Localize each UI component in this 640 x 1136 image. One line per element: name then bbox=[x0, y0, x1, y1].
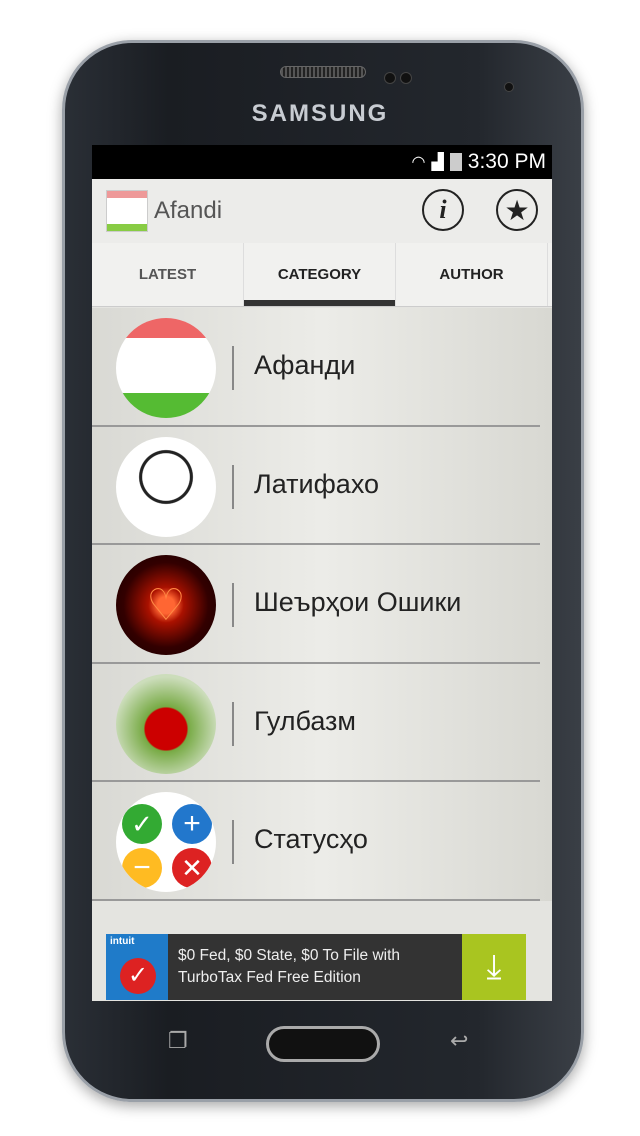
ad-logo: intuit ✓ bbox=[106, 934, 168, 1000]
check-icon: ✓ bbox=[120, 958, 156, 994]
battery-icon bbox=[449, 153, 462, 171]
favorites-button[interactable]: ★ bbox=[496, 189, 538, 231]
status-icons-avatar: ✓ + − ✕ bbox=[116, 792, 216, 892]
sensor bbox=[384, 72, 396, 84]
tab-latest[interactable]: LATEST bbox=[92, 243, 244, 306]
speaker-grille bbox=[280, 66, 366, 78]
rose-avatar bbox=[116, 673, 216, 774]
divider bbox=[232, 464, 234, 509]
divider bbox=[232, 583, 234, 627]
ad-banner[interactable]: intuit ✓ $0 Fed, $0 State, $0 To File wi… bbox=[106, 934, 526, 1000]
signal-icon: ▟ bbox=[431, 154, 444, 171]
app-title: Afandi bbox=[154, 197, 223, 224]
divider bbox=[232, 820, 234, 864]
tab-category[interactable]: CATEGORY bbox=[244, 243, 396, 306]
ad-brand: intuit bbox=[110, 936, 135, 947]
tab-author[interactable]: AUTHOR bbox=[396, 243, 548, 306]
info-button[interactable]: i bbox=[422, 189, 464, 231]
category-list: Афанди Латифахо ♡ Шеърҳои Ошики Гулбазм … bbox=[92, 308, 552, 901]
ad-line2: TurboTax Fed Free Edition bbox=[178, 969, 361, 986]
star-icon: ★ bbox=[504, 193, 530, 227]
download-icon: ⤓ bbox=[486, 947, 502, 986]
front-camera bbox=[504, 82, 514, 92]
info-icon: i bbox=[439, 195, 447, 224]
afandi-avatar bbox=[116, 318, 216, 418]
list-item[interactable]: Афанди bbox=[92, 308, 540, 427]
status-bar: ◠ ▟ 3:30 PM bbox=[92, 145, 552, 179]
list-item[interactable]: Латифахо bbox=[92, 427, 540, 545]
list-item[interactable]: ✓ + − ✕ Статусҳо bbox=[92, 782, 540, 901]
home-button[interactable] bbox=[266, 1026, 380, 1062]
category-label: Гулбазм bbox=[254, 705, 356, 736]
device-brand: SAMSUNG bbox=[251, 100, 389, 127]
ad-line1: $0 Fed, $0 State, $0 To File with bbox=[178, 947, 401, 964]
category-label: Афанди bbox=[254, 350, 356, 380]
tab-bar: LATEST CATEGORY AUTHOR bbox=[92, 243, 552, 307]
wifi-icon: ◠ bbox=[411, 154, 426, 171]
app-logo bbox=[106, 190, 148, 232]
app-bar: Afandi i ★ bbox=[92, 179, 552, 243]
list-item[interactable]: ♡ Шеърҳои Ошики bbox=[92, 545, 540, 664]
list-item[interactable]: Гулбазм bbox=[92, 664, 540, 782]
screen: ◠ ▟ 3:30 PM Afandi i ★ LATEST CATEGORY A… bbox=[92, 145, 552, 1001]
divider bbox=[232, 701, 234, 746]
category-label: Шеърҳои Ошики bbox=[254, 587, 462, 617]
ad-download-button[interactable]: ⤓ bbox=[462, 934, 526, 1000]
recent-apps-key[interactable]: ❐ bbox=[168, 1028, 188, 1054]
heart-avatar: ♡ bbox=[116, 555, 216, 655]
meme-face-avatar bbox=[116, 436, 216, 537]
back-key[interactable]: ↩ bbox=[450, 1028, 468, 1054]
divider bbox=[232, 346, 234, 390]
clock: 3:30 PM bbox=[467, 150, 546, 173]
ad-text: $0 Fed, $0 State, $0 To File with TurboT… bbox=[168, 945, 462, 989]
category-label: Латифахо bbox=[254, 468, 380, 499]
sensor bbox=[400, 72, 412, 84]
category-label: Статусҳо bbox=[254, 824, 368, 854]
